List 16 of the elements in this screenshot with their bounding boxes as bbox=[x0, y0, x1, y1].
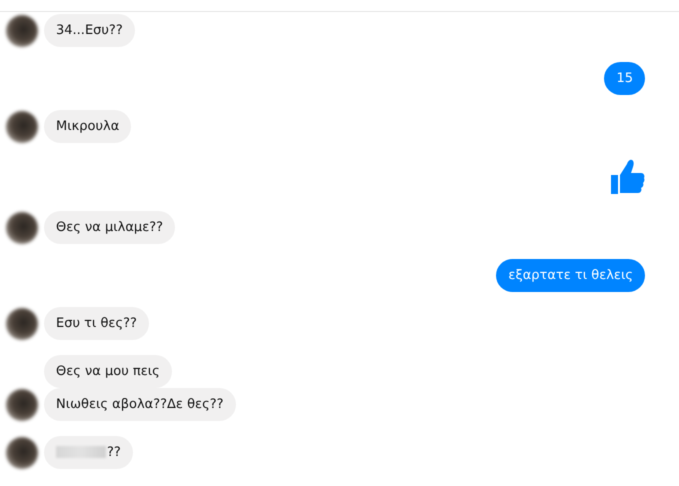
message-bubble: Εσυ τι θες?? bbox=[44, 307, 149, 340]
message-bubble: εξαρτατε τι θελεις bbox=[496, 259, 645, 292]
message-bubble: Θες να μιλαμε?? bbox=[44, 211, 176, 244]
blurred-text bbox=[56, 446, 106, 458]
avatar bbox=[6, 111, 38, 143]
message-bubble: Θες να μου πεις bbox=[44, 355, 172, 388]
message-bubble: Μικρουλα bbox=[44, 110, 132, 143]
message-bubble: Νιωθεις αβολα??Δε θες?? bbox=[44, 388, 236, 421]
message-bubble: 15 bbox=[604, 62, 645, 95]
avatar bbox=[6, 15, 38, 47]
message-bubble: ?? bbox=[44, 436, 133, 469]
avatar bbox=[6, 437, 38, 469]
message-bubble: 34...Εσυ?? bbox=[44, 14, 135, 47]
avatar bbox=[6, 212, 38, 244]
avatar bbox=[6, 308, 38, 340]
avatar bbox=[6, 389, 38, 421]
